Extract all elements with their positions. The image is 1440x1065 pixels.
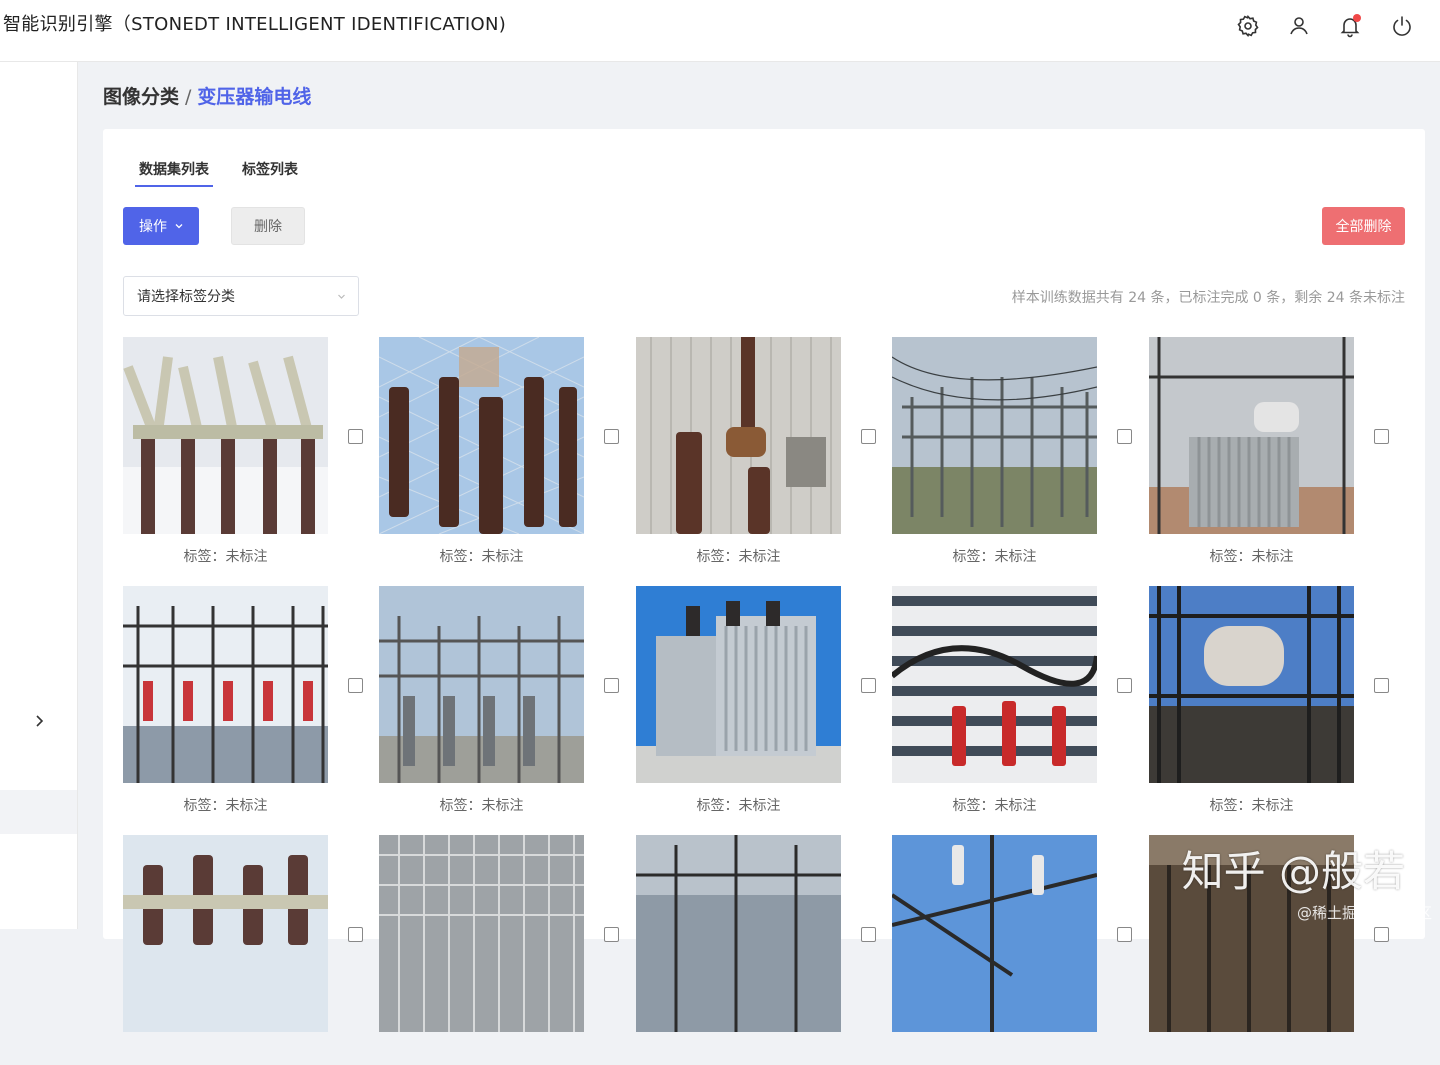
item-checkbox[interactable]: [861, 927, 876, 942]
image-thumbnail[interactable]: [379, 835, 584, 1032]
sidebar-item[interactable]: [0, 790, 77, 834]
image-thumbnail[interactable]: [1149, 337, 1354, 534]
item-checkbox[interactable]: [1117, 927, 1132, 942]
image-item: [123, 835, 373, 1065]
image-thumbnail[interactable]: [892, 835, 1097, 1032]
item-checkbox[interactable]: [348, 678, 363, 693]
power-icon[interactable]: [1390, 14, 1414, 38]
item-checkbox[interactable]: [348, 927, 363, 942]
item-checkbox[interactable]: [348, 429, 363, 444]
image-thumbnail[interactable]: [123, 337, 328, 534]
operate-dropdown-button[interactable]: 操作: [123, 207, 199, 245]
item-checkbox[interactable]: [604, 678, 619, 693]
top-bar: 智能识别引擎（STONEDT INTELLIGENT IDENTIFICATIO…: [0, 0, 1440, 62]
breadcrumb-root[interactable]: 图像分类: [103, 86, 179, 108]
item-label: 标签：未标注: [952, 798, 1037, 814]
tab-label-list[interactable]: 标签列表: [242, 159, 298, 187]
sidebar: [0, 62, 78, 929]
gear-icon[interactable]: [1236, 14, 1260, 38]
item-label: 标签：未标注: [1209, 549, 1294, 565]
dataset-summary: 样本训练数据共有 24 条，已标注完成 0 条，剩余 24 条未标注: [1011, 290, 1405, 306]
chevron-down-icon: [175, 224, 183, 229]
item-checkbox[interactable]: [1374, 678, 1389, 693]
image-thumbnail[interactable]: [1149, 835, 1354, 1032]
breadcrumb-current: 变压器输电线: [197, 86, 312, 108]
item-checkbox[interactable]: [1374, 429, 1389, 444]
image-item: [379, 835, 629, 1065]
delete-all-button[interactable]: 全部删除: [1322, 207, 1405, 245]
image-thumbnail[interactable]: [636, 337, 841, 534]
chevron-right-icon[interactable]: [30, 712, 48, 730]
breadcrumb-separator: /: [185, 86, 192, 108]
user-icon[interactable]: [1287, 14, 1311, 38]
item-checkbox[interactable]: [861, 429, 876, 444]
image-thumbnail[interactable]: [892, 337, 1097, 534]
image-item: 标签：未标注: [379, 337, 629, 567]
image-item: [636, 835, 886, 1065]
image-thumbnail[interactable]: [123, 835, 328, 1032]
bell-icon[interactable]: [1338, 14, 1362, 38]
image-thumbnail[interactable]: [892, 586, 1097, 783]
item-label: 标签：未标注: [439, 798, 524, 814]
image-item: 标签：未标注: [636, 586, 886, 816]
image-item: 标签：未标注: [892, 337, 1142, 567]
app-title: 智能识别引擎（STONEDT INTELLIGENT IDENTIFICATIO…: [3, 14, 507, 35]
main-card: 数据集列表 标签列表 操作 删除 全部删除 请选择标签分类 样本训练数据共有 2…: [103, 129, 1425, 1032]
item-label: 标签：未标注: [1209, 798, 1294, 814]
image-item: 标签：未标注: [1149, 586, 1399, 816]
image-thumbnail[interactable]: [123, 586, 328, 783]
item-label: 标签：未标注: [183, 798, 268, 814]
tab-dataset-list[interactable]: 数据集列表: [135, 159, 213, 187]
select-placeholder: 请选择标签分类: [137, 289, 235, 305]
operate-label: 操作: [139, 219, 167, 235]
image-item: [892, 835, 1142, 1065]
item-label: 标签：未标注: [439, 549, 524, 565]
item-checkbox[interactable]: [1374, 927, 1389, 942]
image-item: 标签：未标注: [1149, 337, 1399, 567]
item-label: 标签：未标注: [696, 549, 781, 565]
breadcrumb: 图像分类 / 变压器输电线: [103, 82, 311, 109]
image-thumbnail[interactable]: [379, 586, 584, 783]
label-category-select[interactable]: 请选择标签分类: [123, 276, 359, 316]
item-label: 标签：未标注: [696, 798, 781, 814]
image-item: 标签：未标注: [123, 337, 373, 567]
notification-dot: [1353, 14, 1361, 22]
image-item: 标签：未标注: [892, 586, 1142, 816]
image-item: 标签：未标注: [636, 337, 886, 567]
chevron-down-icon: [338, 294, 345, 299]
item-checkbox[interactable]: [1117, 429, 1132, 444]
image-item: 标签：未标注: [123, 586, 373, 816]
image-thumbnail[interactable]: [379, 337, 584, 534]
item-checkbox[interactable]: [604, 429, 619, 444]
delete-button[interactable]: 删除: [231, 207, 305, 245]
item-label: 标签：未标注: [952, 549, 1037, 565]
image-thumbnail[interactable]: [636, 835, 841, 1032]
image-thumbnail[interactable]: [636, 586, 841, 783]
image-thumbnail[interactable]: [1149, 586, 1354, 783]
item-checkbox[interactable]: [861, 678, 876, 693]
item-checkbox[interactable]: [604, 927, 619, 942]
item-checkbox[interactable]: [1117, 678, 1132, 693]
image-item: [1149, 835, 1399, 1065]
item-label: 标签：未标注: [183, 549, 268, 565]
image-item: 标签：未标注: [379, 586, 629, 816]
